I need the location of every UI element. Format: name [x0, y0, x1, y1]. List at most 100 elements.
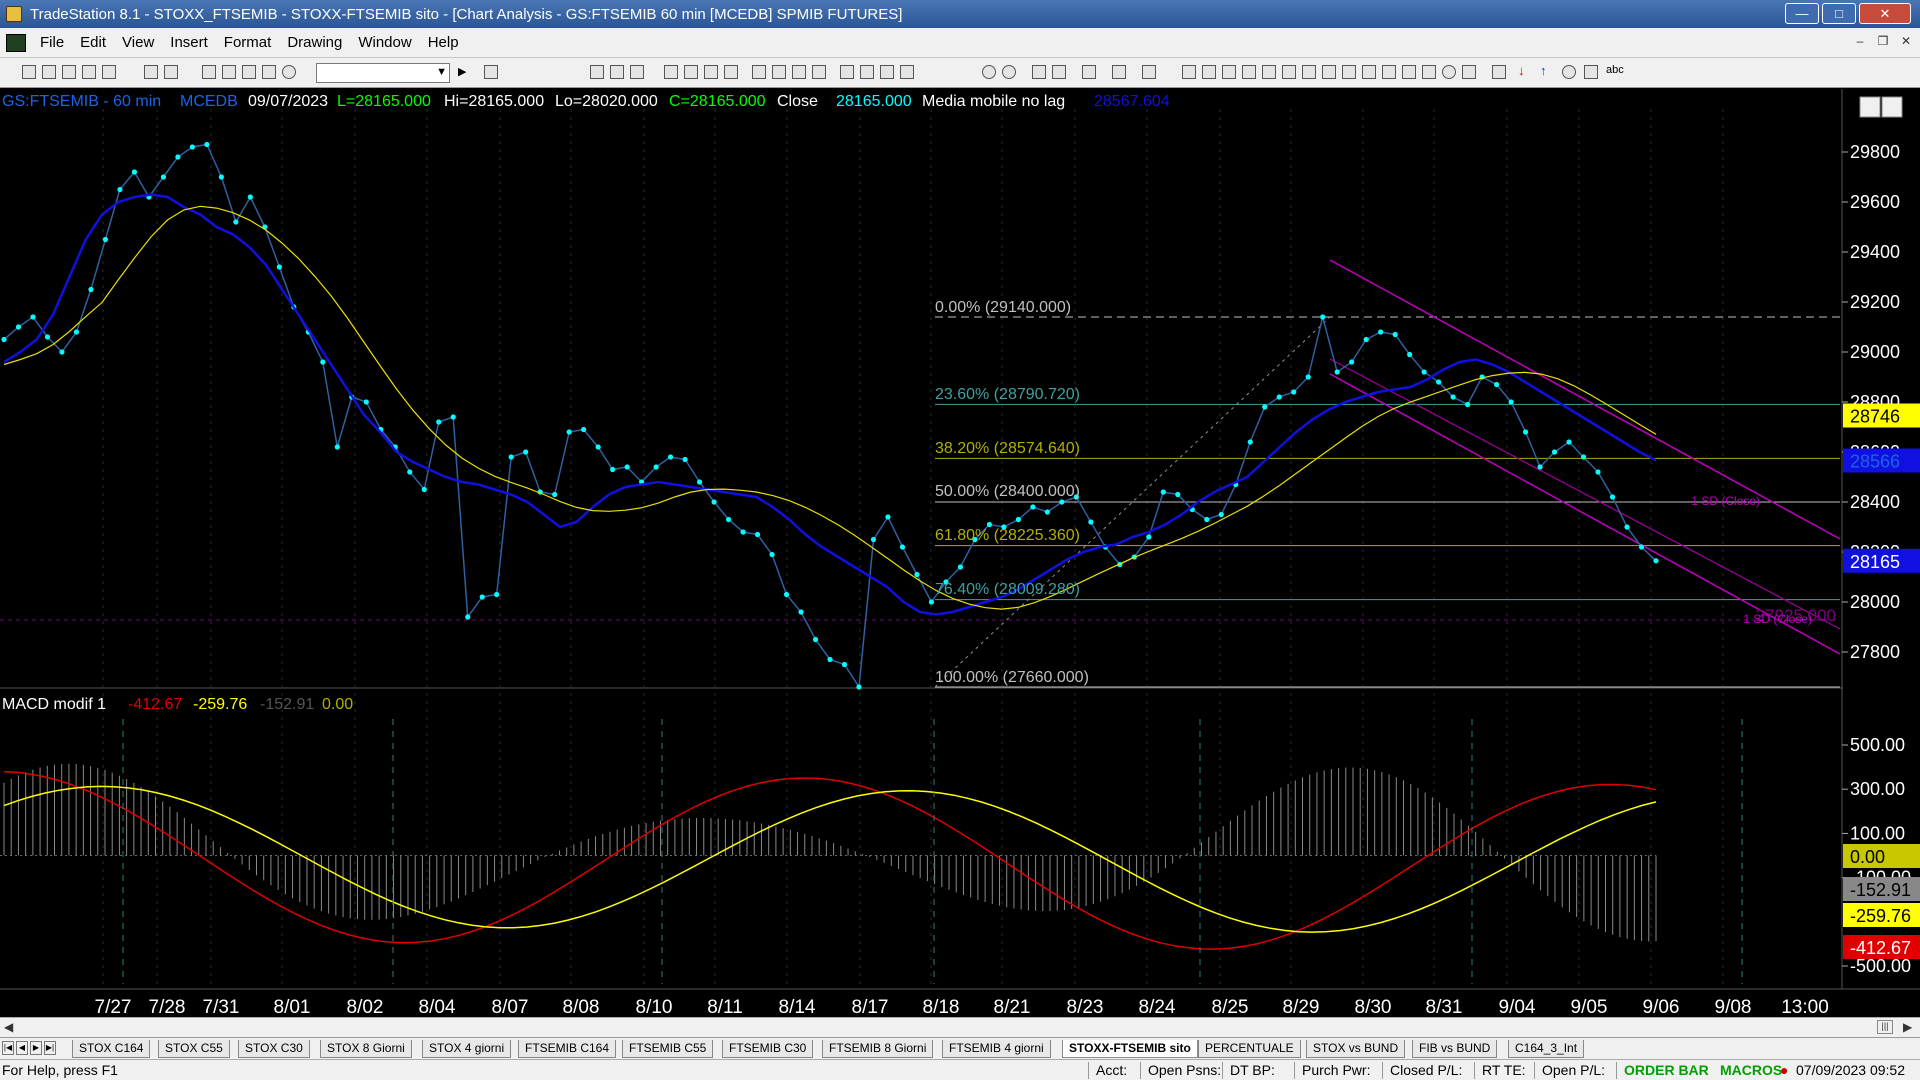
tab-stox-4-giorni[interactable]: STOX 4 giorni — [422, 1040, 512, 1058]
channel-icon[interactable] — [1322, 65, 1336, 79]
scroll-left-icon[interactable] — [880, 65, 894, 79]
tab-percentuale[interactable]: PERCENTUALE — [1198, 1040, 1301, 1058]
line-chart-icon[interactable] — [792, 65, 806, 79]
arrow-up-icon[interactable]: ↑ — [1540, 63, 1554, 78]
zoom-out-icon[interactable] — [1002, 65, 1016, 79]
subpane-minimize-button[interactable] — [1859, 96, 1881, 118]
menu-view[interactable]: View — [114, 34, 162, 51]
rectangle-icon[interactable] — [1584, 65, 1598, 79]
chart-scrollbar[interactable]: ◀ ||| ▶ — [0, 1017, 1920, 1037]
insert-grid-icon[interactable] — [630, 65, 644, 79]
tab-stox-c55[interactable]: STOX C55 — [158, 1040, 230, 1058]
tools-icon[interactable] — [1082, 65, 1096, 79]
indicator-icon[interactable] — [664, 65, 678, 79]
tab-stoxx-ftsemib-sito[interactable]: STOXX-FTSEMIB sito — [1062, 1040, 1198, 1058]
tab-stox-8-giorni[interactable]: STOX 8 Giorni — [320, 1040, 412, 1058]
data-window-icon[interactable] — [860, 65, 874, 79]
scroll-right-icon[interactable] — [900, 65, 914, 79]
tab-ftsemib-8-giorni[interactable]: FTSEMIB 8 Giorni — [822, 1040, 934, 1058]
trendline-icon[interactable] — [1182, 65, 1196, 79]
paintbar-icon[interactable] — [704, 65, 718, 79]
document-icon[interactable] — [6, 33, 26, 52]
showme-icon[interactable] — [724, 65, 738, 79]
tab-next-icon[interactable]: ▶ — [30, 1041, 42, 1055]
ellipse-icon[interactable] — [1562, 65, 1576, 79]
tab-stox-c164[interactable]: STOX C164 — [72, 1040, 151, 1058]
lock-icon[interactable] — [242, 65, 256, 79]
vertical-line-icon[interactable] — [1302, 65, 1316, 79]
insert-chart-icon[interactable] — [590, 65, 604, 79]
strategy-icon[interactable] — [262, 65, 276, 79]
menu-edit[interactable]: Edit — [72, 34, 114, 51]
pen-icon[interactable] — [1462, 65, 1476, 79]
candle-chart-icon[interactable] — [772, 65, 786, 79]
arc-icon[interactable] — [1442, 65, 1456, 79]
minimize-button[interactable]: — — [1785, 3, 1819, 24]
tab-ftsemib-4-giorni[interactable]: FTSEMIB 4 giorni — [942, 1040, 1051, 1058]
tab-prev-icon[interactable]: ◀ — [16, 1041, 28, 1055]
tab-ftsemib-c55[interactable]: FTSEMIB C55 — [622, 1040, 714, 1058]
speedline-icon[interactable] — [1262, 65, 1276, 79]
print-icon[interactable] — [164, 65, 178, 79]
order-bar-toggle[interactable]: ORDER BAR — [1624, 1062, 1709, 1078]
copy-icon[interactable] — [102, 65, 116, 79]
retracement-icon[interactable] — [1242, 65, 1256, 79]
fib-lines-icon[interactable] — [1202, 65, 1216, 79]
save-icon[interactable] — [144, 65, 158, 79]
cycle-lines-icon[interactable] — [1402, 65, 1416, 79]
regression-icon[interactable] — [1492, 65, 1506, 79]
cursor-icon[interactable] — [1032, 65, 1046, 79]
arrow-down-icon[interactable]: ↓ — [1518, 63, 1532, 78]
tab-last-icon[interactable]: ▶| — [44, 1041, 56, 1055]
open-icon[interactable] — [42, 65, 56, 79]
strategy-insert-icon[interactable] — [684, 65, 698, 79]
mdi-restore-icon[interactable]: ❐ — [1874, 34, 1892, 52]
gann-fan-icon[interactable] — [1282, 65, 1296, 79]
tab-fib-vs-bund[interactable]: FIB vs BUND — [1412, 1040, 1498, 1058]
radarscreen-icon[interactable] — [222, 65, 236, 79]
format-icon[interactable] — [840, 65, 854, 79]
mdi-close-icon[interactable]: ✕ — [1897, 34, 1915, 52]
maximize-button[interactable]: □ — [1822, 3, 1856, 24]
bar-chart-icon[interactable] — [752, 65, 766, 79]
scroll-right-arrow-icon[interactable]: ▶ — [1903, 1020, 1912, 1034]
pointer-icon[interactable] — [282, 65, 296, 79]
text-tool-icon[interactable]: abc — [1606, 64, 1624, 76]
close-button[interactable]: ✕ — [1859, 3, 1911, 24]
tab-stox-vs-bund[interactable]: STOX vs BUND — [1306, 1040, 1406, 1058]
tab-ftsemib-c164[interactable]: FTSEMIB C164 — [518, 1040, 617, 1058]
menu-insert[interactable]: Insert — [162, 34, 216, 51]
insert-radar-icon[interactable] — [610, 65, 624, 79]
workspace-icon[interactable] — [82, 65, 96, 79]
scroll-left-arrow-icon[interactable]: ◀ — [4, 1020, 13, 1034]
ohlc-icon[interactable] — [812, 65, 826, 79]
delete-drawing-icon[interactable] — [1142, 65, 1156, 79]
macros-toggle[interactable]: MACROS — [1720, 1062, 1782, 1078]
menu-file[interactable]: File — [32, 34, 72, 51]
tab-first-icon[interactable]: |◀ — [2, 1041, 14, 1055]
new-icon[interactable] — [22, 65, 36, 79]
chart-canvas[interactable]: 2980029600294002920029000288002860028400… — [0, 89, 1920, 1017]
paste-icon[interactable] — [1112, 65, 1126, 79]
andrews-pitchfork-icon[interactable] — [1362, 65, 1376, 79]
chevron-down-icon[interactable]: ▼ — [436, 66, 447, 78]
zoom-in-icon[interactable] — [982, 65, 996, 79]
scroll-thumb[interactable]: ||| — [1877, 1020, 1893, 1034]
search-icon[interactable] — [484, 65, 498, 79]
mdi-minimize-icon[interactable]: – — [1851, 34, 1869, 52]
tab-stox-c30[interactable]: STOX C30 — [238, 1040, 310, 1058]
menu-format[interactable]: Format — [216, 34, 280, 51]
extension-icon[interactable] — [1342, 65, 1356, 79]
symbol-combo[interactable]: ▼ — [316, 63, 450, 83]
chart-analysis-window[interactable]: 2980029600294002920029000288002860028400… — [0, 89, 1920, 1017]
menu-window[interactable]: Window — [350, 34, 419, 51]
chart-window-icon[interactable] — [202, 65, 216, 79]
horizontal-line-icon[interactable] — [1222, 65, 1236, 79]
new-window-icon[interactable] — [62, 65, 76, 79]
menu-help[interactable]: Help — [420, 34, 467, 51]
arrows-icon[interactable] — [1422, 65, 1436, 79]
parallel-lines-icon[interactable] — [1382, 65, 1396, 79]
crosshair-icon[interactable] — [1052, 65, 1066, 79]
subpane-restore-button[interactable] — [1881, 96, 1903, 118]
tab-c164-3-int[interactable]: C164_3_Int — [1508, 1040, 1585, 1058]
